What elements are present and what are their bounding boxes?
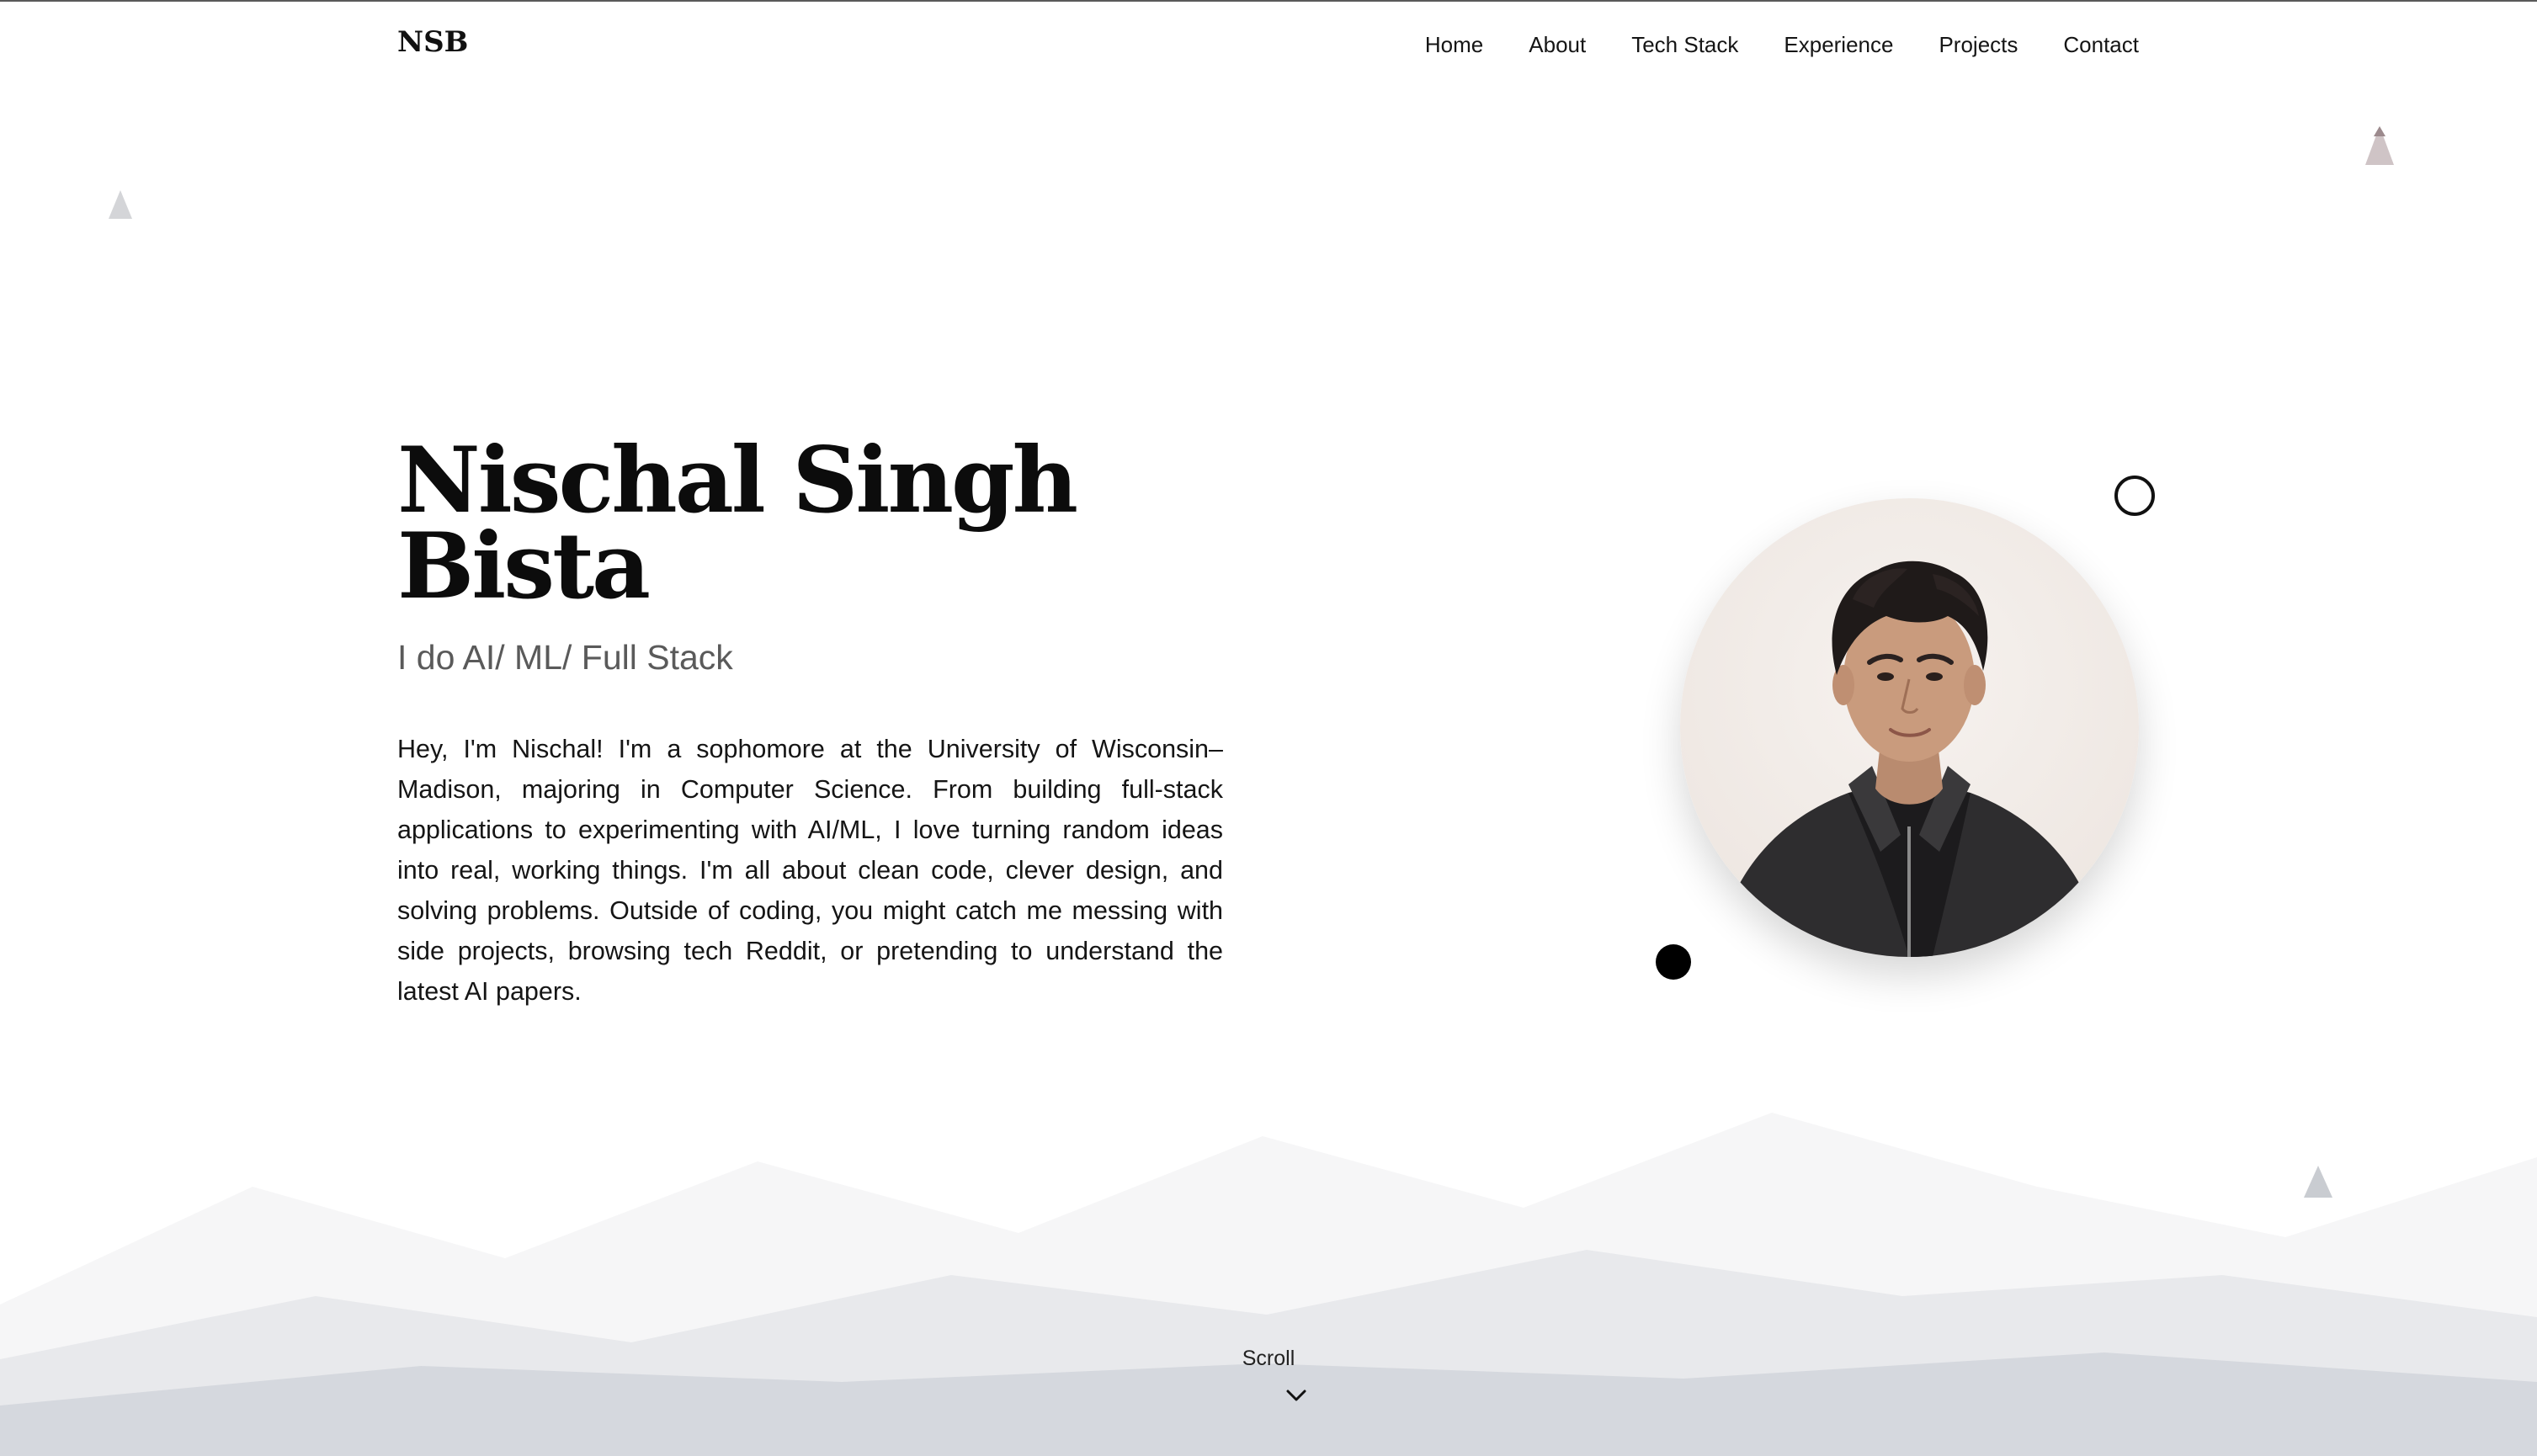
nav-link-contact[interactable]: Contact — [2063, 32, 2139, 58]
hero-name-line-2: Bista — [397, 513, 651, 619]
top-border — [0, 0, 2537, 2]
triangle-decoration-icon — [2304, 1166, 2332, 1198]
portrait-illustration — [1714, 561, 2105, 957]
hero-bio: Hey, I'm Nischal! I'm a sophomore at the… — [397, 735, 1223, 1006]
profile-photo — [1680, 498, 2139, 957]
nav-link-about[interactable]: About — [1529, 32, 1586, 58]
scroll-label[interactable]: Scroll — [1242, 1347, 1295, 1371]
triangle-decoration-icon — [109, 190, 132, 219]
nav-link-home[interactable]: Home — [1425, 32, 1483, 58]
site-logo[interactable]: NSB — [397, 25, 468, 59]
ring-decoration-icon — [2114, 476, 2155, 516]
main-nav: Home About Tech Stack Experience Project… — [1380, 32, 2139, 58]
mountain-background — [0, 1113, 2537, 1456]
hero-name: Nischal Singh Bista — [397, 435, 1155, 612]
nav-link-experience[interactable]: Experience — [1784, 32, 1893, 58]
chevron-down-icon[interactable] — [1286, 1389, 1306, 1402]
nav-link-tech-stack[interactable]: Tech Stack — [1631, 32, 1738, 58]
dot-decoration-icon — [1656, 944, 1691, 980]
hero-subtitle: I do AI/ ML/ Full Stack — [397, 638, 733, 677]
triangle-tip-decoration-icon — [2374, 126, 2385, 136]
nav-link-projects[interactable]: Projects — [1939, 32, 2018, 58]
